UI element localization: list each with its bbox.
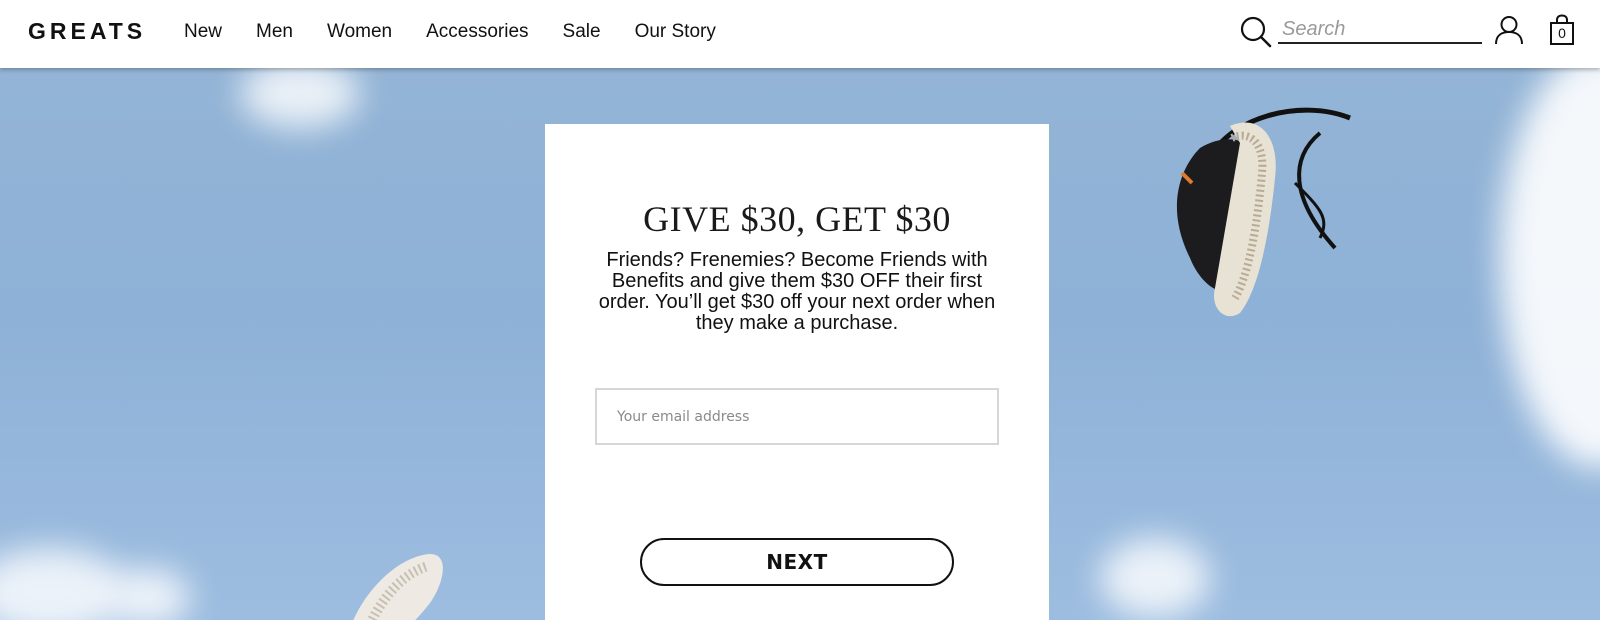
cloud xyxy=(110,568,190,620)
next-button[interactable]: NEXT xyxy=(640,538,954,586)
promo-title: GIVE $30, GET $30 xyxy=(643,199,951,239)
cloud xyxy=(0,548,130,620)
nav-item-our-story[interactable]: Our Story xyxy=(635,21,716,43)
cloud xyxy=(1500,68,1600,468)
cart-button[interactable]: 0 xyxy=(1549,14,1575,46)
cloud xyxy=(1100,538,1210,618)
account-icon[interactable] xyxy=(1494,15,1524,50)
search-bar xyxy=(1240,14,1482,48)
cart-count: 0 xyxy=(1558,25,1566,41)
hero-banner: GIVE $30, GET $30 Friends? Frenemies? Be… xyxy=(0,68,1600,620)
email-field[interactable] xyxy=(595,388,999,445)
nav-item-men[interactable]: Men xyxy=(256,21,293,43)
search-input[interactable] xyxy=(1278,16,1482,44)
search-icon[interactable] xyxy=(1240,16,1272,53)
site-header: GREATS New Men Women Accessories Sale Ou… xyxy=(0,0,1600,68)
brand-logo[interactable]: GREATS xyxy=(28,18,146,45)
flying-sneaker-image xyxy=(1176,107,1351,317)
main-nav: New Men Women Accessories Sale Our Story xyxy=(184,21,750,43)
nav-item-women[interactable]: Women xyxy=(327,21,392,43)
cloud xyxy=(240,68,360,128)
sneaker-sole-image xyxy=(353,554,443,620)
nav-item-sale[interactable]: Sale xyxy=(563,21,601,43)
referral-modal: GIVE $30, GET $30 Friends? Frenemies? Be… xyxy=(545,124,1049,620)
nav-item-new[interactable]: New xyxy=(184,21,222,43)
nav-item-accessories[interactable]: Accessories xyxy=(426,21,528,43)
promo-description: Friends? Frenemies? Become Friends with … xyxy=(598,249,996,334)
